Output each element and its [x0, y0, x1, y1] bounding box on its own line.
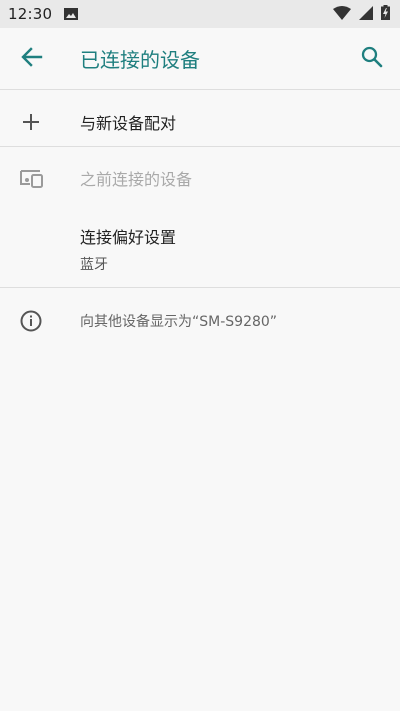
visible-as-info: 向其他设备显示为“SM-S9280”	[0, 298, 400, 344]
previously-connected-devices-item[interactable]: 之前连接的设备	[0, 148, 400, 208]
visible-as-text: 向其他设备显示为“SM-S9280”	[80, 314, 278, 330]
pair-new-device-item[interactable]: 与新设备配对	[0, 97, 400, 147]
plus-icon	[0, 113, 62, 131]
signal-icon	[359, 5, 373, 24]
page-title: 已连接的设备	[80, 48, 200, 72]
wifi-icon	[333, 5, 351, 24]
status-time: 12:30	[8, 5, 53, 23]
back-arrow-icon	[21, 46, 43, 72]
connection-preferences-item[interactable]: 连接偏好设置 蓝牙	[0, 210, 400, 288]
search-button[interactable]	[344, 28, 400, 90]
info-icon	[0, 310, 62, 332]
connection-preferences-text: 连接偏好设置 蓝牙	[80, 224, 176, 274]
pair-new-device-label: 与新设备配对	[80, 113, 177, 133]
connection-preferences-title: 连接偏好设置	[80, 227, 177, 247]
image-icon	[64, 8, 79, 20]
status-bar: 12:30	[0, 0, 400, 28]
app-bar: 已连接的设备	[0, 28, 400, 90]
back-button[interactable]	[0, 28, 64, 90]
devices-icon	[0, 168, 62, 188]
battery-charging-icon	[381, 4, 390, 24]
connection-preferences-subtitle: 蓝牙	[80, 256, 108, 273]
previously-connected-label: 之前连接的设备	[80, 170, 193, 189]
search-icon	[361, 46, 383, 72]
status-icons	[333, 4, 390, 24]
